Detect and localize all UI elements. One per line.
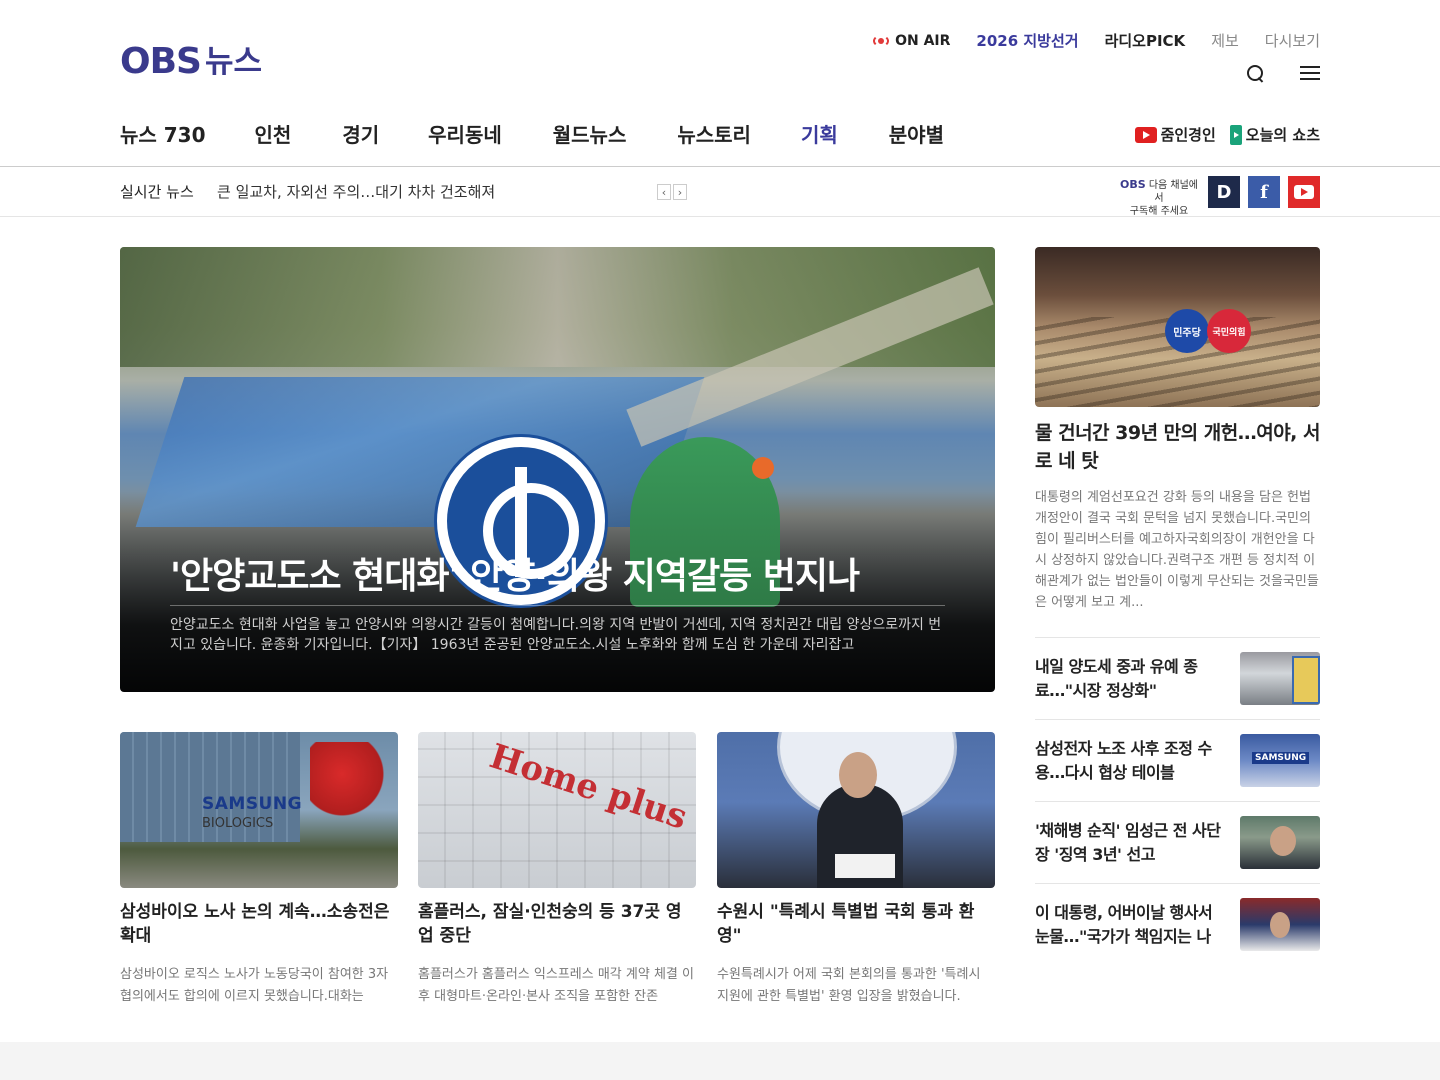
nav-world-news[interactable]: 월드뉴스	[553, 120, 627, 150]
hero-article[interactable]: '안양교도소 현대화' 안양·의왕 지역갈등 번지나 안양교도소 현대화 사업을…	[120, 247, 995, 692]
onair-label: ON AIR	[895, 32, 951, 49]
today-shorts-label: 오늘의 쇼츠	[1245, 126, 1320, 144]
thumb-sign-samsung: SAMSUNG	[202, 794, 303, 814]
subscribe-line1: 다음 채널에서	[1148, 180, 1199, 204]
list-item-thumbnail	[1240, 734, 1320, 787]
thumb-sign-biologics: BIOLOGICS	[202, 816, 274, 831]
article-title: 수원시 "특례시 특별법 국회 통과 환영"	[717, 902, 975, 946]
onair-link[interactable]: ON AIR	[872, 33, 950, 49]
article-thumbnail: SAMSUNG BIOLOGICS	[120, 732, 398, 888]
article-title: 홈플러스, 잠실·인천숭의 등 37곳 영업 중단	[418, 902, 682, 946]
menu-icon[interactable]	[1300, 64, 1320, 82]
subscribe-brand: OBS	[1119, 178, 1146, 191]
article-summary: 삼성바이오 로직스 노사가 노동당국이 참여한 3자 협의에서도 합의에 이르지…	[120, 967, 389, 1004]
obs-news-logo[interactable]: OBS 뉴스	[120, 42, 262, 82]
ticker-headline[interactable]: 큰 일교차, 자외선 주의…대기 차차 건조해져	[217, 180, 495, 204]
utility-menu: ON AIR 2026 지방선거 라디오PICK 제보 다시보기	[872, 30, 1320, 51]
article-summary: 대통령의 계엄선포요건 강화 등의 내용을 담은 헌법 개정안이 결국 국회 문…	[1035, 490, 1319, 610]
article-card-samsung-bio[interactable]: SAMSUNG BIOLOGICS 삼성바이오 노사 논의 계속…소송전은 확대…	[120, 732, 398, 1008]
article-summary: 홈플러스가 홈플러스 익스프레스 매각 계약 체결 이후 대형마트·온라인·본사…	[418, 967, 694, 1004]
footer-band	[0, 1042, 1440, 1080]
promo-links: 줌인경인 오늘의 쇼츠	[1134, 124, 1320, 145]
daum-icon[interactable]: D	[1208, 176, 1240, 208]
phone-icon	[1229, 124, 1242, 145]
broadcast-icon	[872, 34, 890, 47]
list-item-thumbnail	[1240, 898, 1320, 951]
replay-link[interactable]: 다시보기	[1265, 30, 1320, 51]
party-badge-ppp: 국민의힘	[1207, 309, 1251, 353]
youtube-icon	[1134, 126, 1157, 143]
ticker-next-button[interactable]: ›	[673, 184, 687, 200]
list-item-thumbnail	[1240, 652, 1320, 705]
list-item-thumbnail	[1240, 816, 1320, 869]
today-shorts-link[interactable]: 오늘의 쇼츠	[1229, 124, 1320, 145]
list-item[interactable]: 삼성전자 노조 사후 조정 수용…다시 협상 테이블	[1035, 719, 1320, 801]
facebook-icon[interactable]: f	[1248, 176, 1280, 208]
zoom-in-gyeongin-link[interactable]: 줌인경인	[1134, 124, 1216, 145]
nav-by-field[interactable]: 분야별	[889, 120, 944, 150]
logo-news-text: 뉴스	[204, 44, 263, 80]
hero-title: '안양교도소 현대화' 안양·의왕 지역갈등 번지나	[170, 556, 860, 597]
nav-news730[interactable]: 뉴스 730	[120, 120, 206, 150]
article-card-homeplus[interactable]: Home plus 홈플러스, 잠실·인천숭의 등 37곳 영업 중단 홈플러스…	[418, 732, 696, 1008]
ticker-divider	[0, 216, 1440, 217]
nav-incheon[interactable]: 인천	[255, 120, 292, 150]
list-item[interactable]: '채해병 순직' 임성근 전 사단장 '징역 3년' 선고	[1035, 801, 1320, 883]
party-badge-democratic: 민주당	[1165, 309, 1209, 353]
ticker-prev-button[interactable]: ‹	[657, 184, 671, 200]
ticker-controls: ‹ ›	[657, 184, 687, 200]
list-item-title: '채해병 순직' 임성근 전 사단장 '징역 3년' 선고	[1035, 820, 1221, 864]
subscribe-notice: OBS 다음 채널에서 구독해 주세요	[1116, 178, 1202, 218]
nav-feature[interactable]: 기획	[801, 120, 838, 150]
youtube-icon[interactable]	[1288, 176, 1320, 208]
article-title: 삼성바이오 노사 논의 계속…소송전은 확대	[120, 902, 390, 946]
header-icon-bar	[1244, 62, 1320, 84]
article-summary: 수원특례시가 어제 국회 본회의를 통과한 '특례시 지원에 관한 특별법' 환…	[717, 967, 981, 1004]
header-divider	[0, 166, 1440, 167]
hero-description: 안양교도소 현대화 사업을 놓고 안양시와 의왕시간 갈등이 첨예합니다.의왕 …	[170, 617, 942, 653]
radio-pick-link[interactable]: 라디오PICK	[1105, 30, 1186, 51]
side-top-article[interactable]: 민주당 국민의힘 물 건너간 39년 만의 개헌…여야, 서로 네 탓 대통령의…	[1035, 247, 1321, 613]
list-item-title: 삼성전자 노조 사후 조정 수용…다시 협상 테이블	[1035, 738, 1212, 782]
nav-our-town[interactable]: 우리동네	[428, 120, 502, 150]
list-item[interactable]: 내일 양도세 중과 유예 종료…"시장 정상화"	[1035, 637, 1320, 719]
nav-newstory[interactable]: 뉴스토리	[677, 120, 751, 150]
list-item[interactable]: 이 대통령, 어버이날 행사서 눈물…"국가가 책임지는 나	[1035, 883, 1320, 965]
search-icon[interactable]	[1244, 62, 1266, 84]
article-card-suwon[interactable]: 수원시 "특례시 특별법 국회 통과 환영" 수원특례시가 어제 국회 본회의를…	[717, 732, 995, 1008]
article-thumbnail: 민주당 국민의힘	[1035, 247, 1320, 407]
article-thumbnail	[717, 732, 995, 888]
article-thumbnail: Home plus	[418, 732, 696, 888]
list-item-title: 이 대통령, 어버이날 행사서 눈물…"국가가 책임지는 나	[1035, 902, 1213, 946]
tip-link[interactable]: 제보	[1211, 30, 1239, 51]
article-title: 물 건너간 39년 만의 개헌…여야, 서로 네 탓	[1035, 422, 1321, 472]
nav-gyeonggi[interactable]: 경기	[342, 120, 379, 150]
list-item-title: 내일 양도세 중과 유예 종료…"시장 정상화"	[1035, 656, 1198, 700]
ticker-label: 실시간 뉴스	[120, 183, 194, 201]
social-links: D f	[1208, 176, 1320, 208]
zoom-in-gyeongin-label: 줌인경인	[1160, 126, 1216, 144]
main-navigation: 뉴스 730 인천 경기 우리동네 월드뉴스 뉴스토리 기획 분야별	[120, 120, 944, 150]
logo-obs-text: OBS	[120, 41, 202, 82]
election-link[interactable]: 2026 지방선거	[976, 30, 1078, 51]
hero-divider	[170, 605, 945, 606]
side-article-list: 내일 양도세 중과 유예 종료…"시장 정상화" 삼성전자 노조 사후 조정 수…	[1035, 637, 1320, 965]
